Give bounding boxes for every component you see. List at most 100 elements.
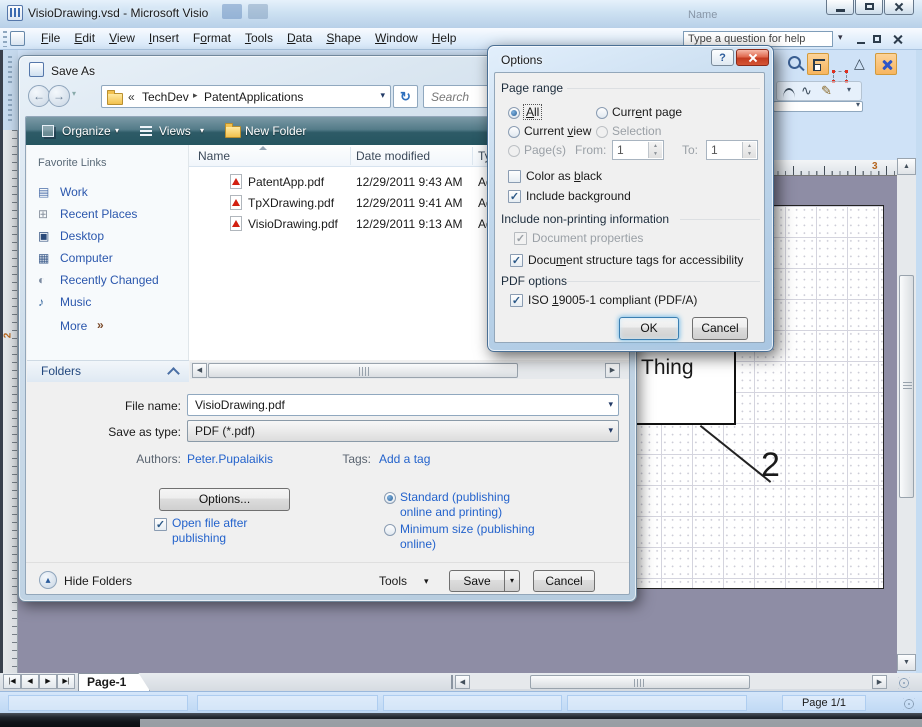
- triangle-tool-icon[interactable]: △: [854, 55, 865, 72]
- refresh-button[interactable]: ↻: [393, 85, 418, 108]
- forward-button[interactable]: →: [48, 85, 70, 107]
- open-file-after-label-line2[interactable]: publishing: [172, 531, 226, 545]
- sidebar-item-recent-places[interactable]: Recent Places: [60, 207, 137, 221]
- back-button[interactable]: ←: [28, 85, 50, 107]
- left-toolbar-grip-2[interactable]: [8, 94, 12, 122]
- all-radio-label[interactable]: All: [524, 105, 541, 119]
- pencil-tool-icon[interactable]: ✎: [821, 83, 832, 99]
- column-header-date-modified[interactable]: Date modified: [356, 149, 430, 163]
- color-as-black-checkbox[interactable]: [508, 170, 521, 183]
- breadcrumb-collapse-glyph[interactable]: «: [128, 90, 135, 104]
- tools-menu-button[interactable]: Tools: [379, 574, 407, 588]
- hscrollbar-thumb[interactable]: [530, 675, 750, 689]
- column-divider-2[interactable]: [472, 147, 473, 165]
- tab-scroll-divider[interactable]: [448, 675, 453, 689]
- options-cancel-button[interactable]: Cancel: [692, 317, 748, 340]
- breadcrumb-item-techdev[interactable]: TechDev: [142, 90, 189, 104]
- column-divider-1[interactable]: [350, 147, 351, 165]
- arc-tool-icon[interactable]: [783, 88, 795, 98]
- zoom-tool-icon[interactable]: [788, 56, 801, 69]
- menu-insert[interactable]: Insert: [142, 28, 186, 48]
- last-page-button[interactable]: ▶|: [57, 674, 75, 689]
- options-button[interactable]: Options...: [159, 488, 290, 511]
- current-page-radio[interactable]: [596, 107, 608, 119]
- new-folder-button[interactable]: New Folder: [245, 124, 306, 138]
- options-ok-button[interactable]: OK: [619, 317, 679, 340]
- sidebar-item-work[interactable]: Work: [60, 185, 88, 199]
- document-structure-tags-label[interactable]: Document structure tags for accessibilit…: [528, 253, 743, 267]
- column-header-name[interactable]: Name: [198, 149, 230, 163]
- mini-combo[interactable]: ▾: [773, 101, 863, 112]
- sidebar-item-music[interactable]: Music: [60, 295, 91, 309]
- toolbar-overflow-icon[interactable]: ▾: [847, 85, 851, 94]
- organize-button[interactable]: Organize: [62, 124, 111, 138]
- menu-view[interactable]: View: [102, 28, 142, 48]
- address-dropdown-icon[interactable]: ▾: [380, 90, 385, 101]
- tools-dropdown-icon[interactable]: ▾: [424, 576, 429, 587]
- address-bar[interactable]: « TechDev ▸ PatentApplications ▾: [101, 85, 391, 108]
- help-search-dropdown[interactable]: ▾: [838, 32, 843, 43]
- iso-compliant-label[interactable]: ISO 19005-1 compliant (PDF/A): [528, 293, 697, 307]
- hide-folders-label[interactable]: Hide Folders: [64, 574, 132, 588]
- window-minimize-button[interactable]: [826, 0, 854, 15]
- minimum-size-label-line2[interactable]: online): [400, 537, 436, 551]
- hide-folders-button[interactable]: ▴: [39, 571, 57, 589]
- save-dialog-cancel-button[interactable]: Cancel: [533, 570, 595, 592]
- first-page-button[interactable]: |◀: [3, 674, 21, 689]
- window-close-button[interactable]: [884, 0, 914, 15]
- menu-file[interactable]: File: [34, 28, 67, 48]
- list-hscroll-right-button[interactable]: ▶: [605, 363, 620, 378]
- menu-help[interactable]: Help: [425, 28, 464, 48]
- sidebar-item-computer[interactable]: Computer: [60, 251, 113, 265]
- standard-label-line2[interactable]: online and printing): [400, 505, 502, 519]
- callout-number-2[interactable]: 2: [761, 446, 780, 485]
- organize-dropdown-icon[interactable]: ▾: [115, 126, 119, 135]
- authors-value[interactable]: Peter.Pupalaikis: [187, 452, 273, 466]
- vscroll-down-button[interactable]: ▼: [897, 654, 916, 671]
- hscroll-right-button[interactable]: ▶: [872, 675, 887, 689]
- open-file-after-checkbox[interactable]: ✓: [154, 518, 167, 531]
- sidebar-item-more[interactable]: More: [60, 319, 87, 333]
- standard-label-line1[interactable]: Standard (publishing: [400, 490, 510, 504]
- hscroll-left-button[interactable]: ◀: [455, 675, 470, 689]
- prev-page-button[interactable]: ◀: [21, 674, 39, 689]
- next-page-button[interactable]: ▶: [39, 674, 57, 689]
- list-hscrollbar-thumb[interactable]: [208, 363, 518, 378]
- folders-bar[interactable]: Folders: [27, 360, 189, 382]
- save-split-dropdown[interactable]: ▾: [505, 570, 520, 592]
- menu-window[interactable]: Window: [368, 28, 425, 48]
- current-page-radio-label[interactable]: Current page: [612, 105, 682, 119]
- menu-tools[interactable]: Tools: [238, 28, 280, 48]
- include-background-checkbox[interactable]: ✓: [508, 190, 521, 203]
- nav-history-dropdown-icon[interactable]: ▾: [72, 89, 76, 98]
- doc-close-button[interactable]: [892, 34, 904, 45]
- page-tab[interactable]: Page-1: [78, 673, 150, 691]
- freeform-tool-icon[interactable]: ∿: [801, 83, 812, 99]
- doc-restore-button[interactable]: [872, 34, 884, 45]
- current-view-radio-label[interactable]: Current view: [524, 124, 591, 138]
- file-name-dropdown-icon[interactable]: ▾: [608, 399, 613, 410]
- current-view-radio[interactable]: [508, 126, 520, 138]
- save-button[interactable]: Save: [449, 570, 505, 592]
- page-indicator[interactable]: Page 1/1: [782, 695, 866, 711]
- iso-compliant-checkbox[interactable]: ✓: [510, 294, 523, 307]
- menu-edit[interactable]: Edit: [67, 28, 102, 48]
- minimum-size-label-line1[interactable]: Minimum size (publishing: [400, 522, 535, 536]
- vscroll-up-button[interactable]: ▲: [897, 158, 916, 175]
- save-as-type-select[interactable]: PDF (*.pdf) ▾: [187, 420, 619, 442]
- options-close-button[interactable]: [736, 49, 769, 66]
- window-maximize-button[interactable]: [855, 0, 883, 15]
- open-file-after-label-line1[interactable]: Open file after: [172, 516, 247, 530]
- corner-resize-grip[interactable]: [898, 677, 910, 689]
- sidebar-item-recently-changed[interactable]: Recently Changed: [60, 273, 159, 287]
- options-help-button[interactable]: ?: [711, 49, 734, 66]
- menubar-grip[interactable]: [3, 31, 7, 47]
- doc-minimize-button[interactable]: [856, 35, 868, 45]
- include-background-label[interactable]: Include background: [526, 189, 631, 203]
- file-name-input[interactable]: VisioDrawing.pdf ▾: [187, 394, 619, 416]
- views-dropdown-icon[interactable]: ▾: [200, 126, 204, 135]
- sidebar-item-desktop[interactable]: Desktop: [60, 229, 104, 243]
- status-resize-grip[interactable]: [903, 698, 915, 710]
- color-as-black-label[interactable]: Color as black: [526, 169, 602, 183]
- breadcrumb-item-patentapplications[interactable]: PatentApplications: [204, 90, 303, 104]
